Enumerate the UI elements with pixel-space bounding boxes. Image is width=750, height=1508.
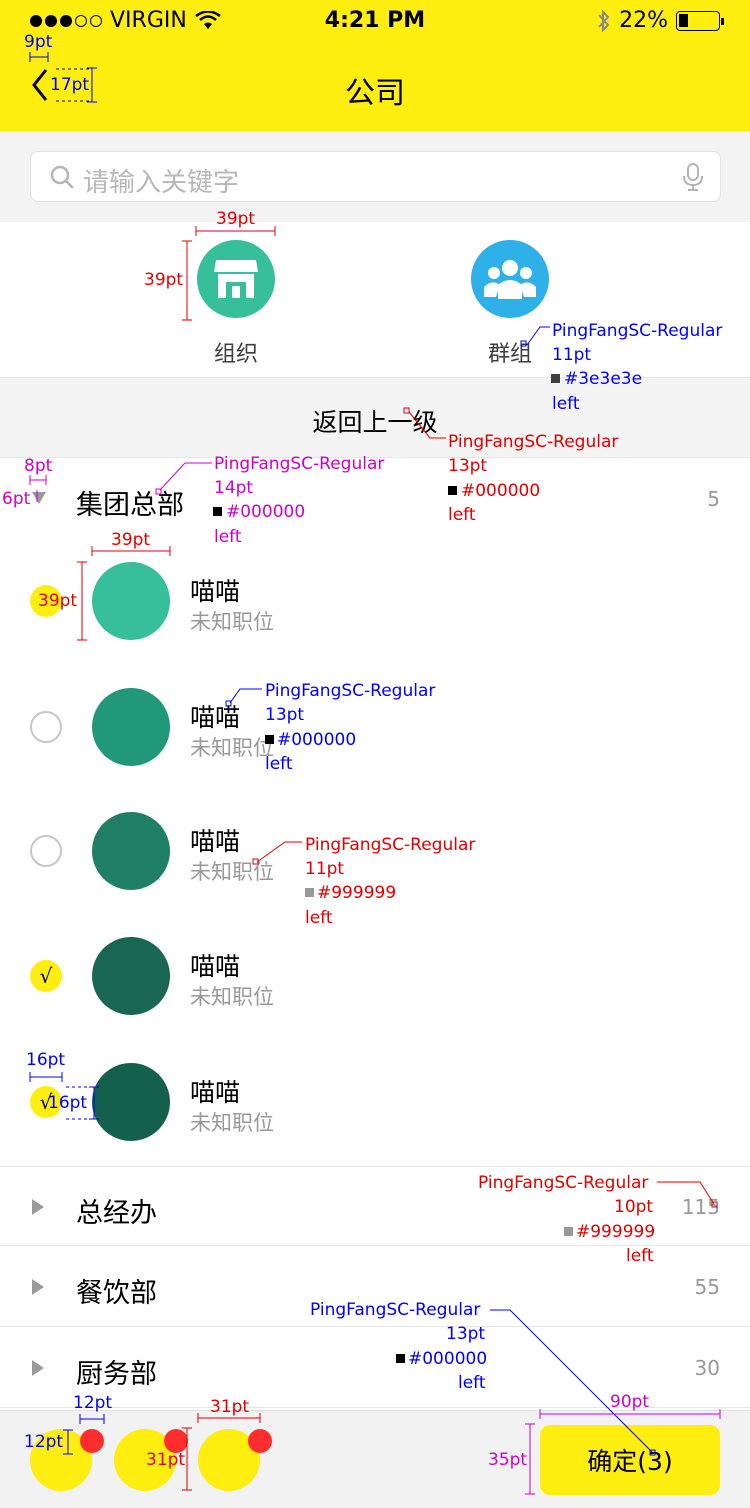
annotation-color-swatches [213,374,573,1363]
annotation-lines [29,52,721,1495]
